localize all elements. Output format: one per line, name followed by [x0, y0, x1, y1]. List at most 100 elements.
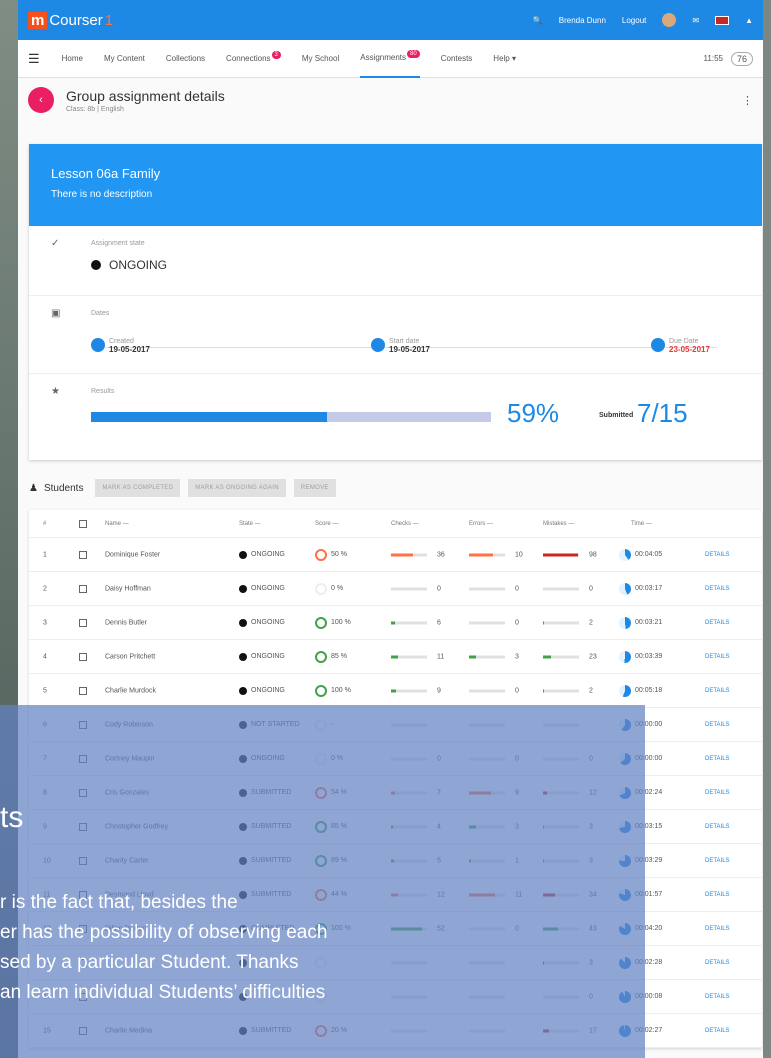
student-score: 100 % [315, 616, 351, 629]
nav-connections[interactable]: Connections 3 [226, 40, 281, 78]
row-number: 5 [43, 687, 47, 694]
created-label: Created [109, 338, 134, 345]
mark-ongoing-button[interactable]: MARK AS ONGOING AGAIN [188, 479, 286, 497]
checks-bar [391, 689, 427, 692]
row-checkbox[interactable] [79, 550, 87, 559]
details-link[interactable]: DETAILS [705, 654, 730, 660]
student-name: Daisy Hoffman [105, 585, 151, 592]
select-all-checkbox[interactable] [79, 519, 87, 528]
details-link[interactable]: DETAILS [705, 756, 730, 762]
details-link[interactable]: DETAILS [705, 790, 730, 796]
student-score: 50 % [315, 548, 347, 561]
nav-contests[interactable]: Contests [441, 40, 473, 78]
details-link[interactable]: DETAILS [705, 824, 730, 830]
checks-value: 6 [437, 619, 441, 626]
table-row[interactable]: 1 Dominique Foster ONGOING 50 % 36 10 98 00:04:… [29, 538, 762, 572]
nav-home[interactable]: Home [62, 40, 83, 78]
remove-button[interactable]: REMOVE [293, 479, 336, 497]
errors: 0 [469, 687, 519, 694]
details-link[interactable]: DETAILS [705, 926, 730, 932]
details-link[interactable]: DETAILS [705, 960, 730, 966]
row-checkbox[interactable] [79, 618, 87, 627]
assignment-card: Lesson 06a Family There is no descriptio… [29, 144, 762, 460]
mail-icon[interactable]: ✉ [692, 16, 699, 25]
score-text: 50 % [331, 551, 347, 558]
table-row[interactable]: 5 Charlie Murdock ONGOING 100 % 9 0 2 00:05:18 D… [29, 674, 762, 708]
logo-text: Courser [49, 11, 103, 29]
clock-time: 11:55 [703, 54, 723, 63]
mark-completed-button[interactable]: MARK AS COMPLETED [95, 479, 181, 497]
chevron-left-icon: ‹ [39, 94, 43, 106]
back-button[interactable]: ‹ [28, 87, 54, 113]
more-options-icon[interactable]: ⋮ [742, 94, 753, 107]
bell-icon[interactable]: ▲ [745, 16, 753, 25]
nav-assignments[interactable]: Assignments 80 [360, 40, 420, 78]
table-row[interactable]: 4 Carson Pritchett ONGOING 85 % 11 3 23 00:03:3… [29, 640, 762, 674]
mistakes: 98 [543, 551, 597, 558]
col-number[interactable]: # [43, 521, 46, 527]
details-link[interactable]: DETAILS [705, 892, 730, 898]
avatar[interactable] [662, 13, 677, 27]
errors-bar [469, 587, 505, 590]
logout-link[interactable]: Logout [622, 16, 646, 25]
state-text: ONGOING [251, 653, 285, 660]
details-link[interactable]: DETAILS [705, 1028, 730, 1034]
details-link[interactable]: DETAILS [705, 858, 730, 864]
nav-my-school[interactable]: My School [302, 40, 339, 78]
flag-icon[interactable] [715, 15, 730, 25]
logo[interactable]: m Courser 1 [28, 11, 114, 29]
checks: 9 [391, 687, 441, 694]
row-checkbox[interactable] [79, 652, 87, 661]
time-pie-icon [619, 650, 631, 663]
menu-icon[interactable]: ☰ [28, 51, 40, 67]
details-link[interactable]: DETAILS [705, 586, 730, 592]
row-checkbox[interactable] [79, 686, 87, 695]
mistakes: 0 [543, 585, 593, 592]
checkbox-box [79, 519, 87, 528]
errors: 0 [469, 619, 519, 626]
details-link[interactable]: DETAILS [705, 620, 730, 626]
state-value: ONGOING [109, 258, 168, 272]
errors-value: 0 [515, 585, 519, 592]
nav-my-content[interactable]: My Content [104, 40, 145, 78]
details-link[interactable]: DETAILS [705, 552, 730, 558]
col-checks[interactable]: Checks — [391, 521, 419, 527]
score-ring-icon [315, 548, 327, 561]
student-time: 00:03:17 [619, 582, 662, 595]
table-row[interactable]: 3 Dennis Butler ONGOING 100 % 6 0 2 00:03:21 DET… [29, 606, 762, 640]
col-name[interactable]: Name — [105, 521, 129, 527]
overlay-title: ts [0, 801, 24, 834]
errors-value: 3 [515, 653, 519, 660]
col-mistakes[interactable]: Mistakes — [543, 521, 574, 527]
row-checkbox[interactable] [79, 584, 87, 593]
dates-timeline: Created 19-05-2017 Start date 19-05-2017 D… [91, 338, 731, 368]
mistakes-value: 2 [589, 687, 593, 694]
user-name[interactable]: Brenda Dunn [559, 16, 606, 25]
details-link[interactable]: DETAILS [705, 994, 730, 1000]
overlay-line: an learn individual Students’ difficulti… [0, 982, 326, 1003]
col-time[interactable]: Time — [631, 521, 652, 527]
time-text: 00:05:18 [635, 687, 663, 694]
details-link[interactable]: DETAILS [705, 688, 730, 694]
nav-home-label: Home [61, 54, 83, 63]
student-state: ONGOING [239, 618, 285, 627]
submitted-value: 7/15 [637, 398, 688, 428]
col-state[interactable]: State — [239, 521, 261, 527]
submitted-label: Submitted [599, 412, 634, 419]
student-state: ONGOING [239, 550, 285, 559]
logo-one: 1 [104, 11, 114, 29]
checkbox-box [79, 550, 87, 559]
star-icon: ★ [51, 386, 60, 397]
nav-help[interactable]: Help ▾ [493, 40, 516, 78]
search-icon[interactable]: 🔍 [533, 16, 543, 25]
laurel-score[interactable]: 76 [730, 51, 753, 66]
mistakes-value: 0 [589, 585, 593, 592]
table-row[interactable]: 2 Daisy Hoffman ONGOING 0 % 0 0 0 00:03:17 DETAI… [29, 572, 762, 606]
details-link[interactable]: DETAILS [705, 722, 730, 728]
calendar-icon: ▣ [51, 308, 61, 319]
col-score[interactable]: Score — [315, 521, 338, 527]
nav-collections[interactable]: Collections [166, 40, 205, 78]
results-label: Results [91, 388, 115, 395]
overlay-text: r is the fact that, besides the er has t… [0, 888, 327, 1008]
col-errors[interactable]: Errors — [469, 521, 493, 527]
